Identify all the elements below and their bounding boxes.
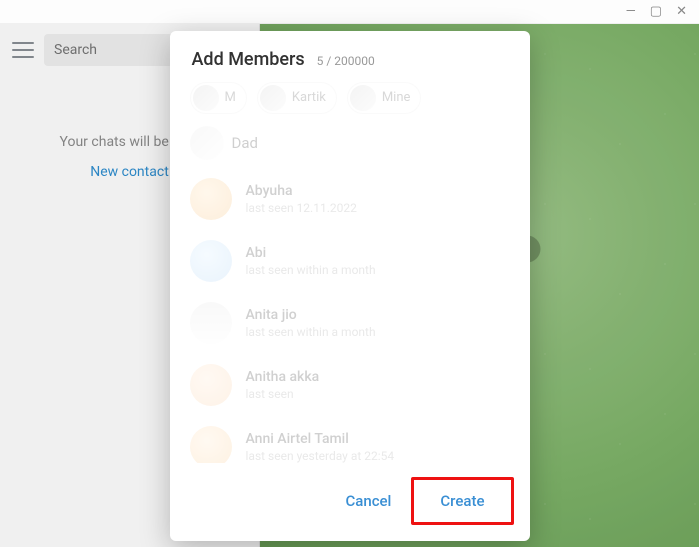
member-counter: 5 / 200000 — [317, 54, 375, 68]
member-chip[interactable]: M — [190, 82, 247, 114]
chip-label: Kartik — [292, 90, 326, 105]
maximize-button[interactable]: ▢ — [650, 5, 662, 18]
chip-label: Mine — [382, 90, 411, 105]
create-button[interactable]: Create — [424, 484, 500, 518]
avatar — [350, 85, 376, 111]
contact-name: Abyuha — [246, 183, 357, 199]
contact-status: last seen 12.11.2022 — [246, 201, 357, 215]
chip-label: M — [225, 90, 236, 105]
close-button[interactable]: ✕ — [676, 5, 687, 18]
avatar — [193, 85, 219, 111]
list-item[interactable]: Anita jio last seen within a month — [170, 292, 524, 354]
avatar — [190, 364, 232, 406]
member-filter-input[interactable] — [232, 134, 352, 152]
instructional-highlight: Create — [411, 477, 513, 525]
minimize-button[interactable]: — — [626, 5, 636, 18]
avatar — [260, 85, 286, 111]
titlebar: — ▢ ✕ — [0, 0, 699, 24]
list-item[interactable]: Anni Airtel Tamil last seen yesterday at … — [170, 416, 524, 463]
list-item[interactable]: Abi last seen within a month — [170, 230, 524, 292]
avatar — [190, 240, 232, 282]
list-item[interactable]: Anitha akka last seen — [170, 354, 524, 416]
add-members-modal: Add Members 5 / 200000 M Kartik Mine Aby… — [170, 31, 530, 541]
avatar — [190, 178, 232, 220]
contact-status: last seen yesterday at 22:54 — [246, 449, 395, 463]
contact-name: Anitha akka — [246, 369, 320, 385]
contact-list[interactable]: Abyuha last seen 12.11.2022 Abi last seen … — [170, 166, 524, 463]
modal-footer: Cancel Create — [170, 463, 530, 541]
list-item[interactable]: Abyuha last seen 12.11.2022 — [170, 168, 524, 230]
contact-name: Abi — [246, 245, 376, 261]
member-chip[interactable]: Kartik — [257, 82, 337, 114]
contact-status: last seen — [246, 387, 320, 401]
avatar — [190, 426, 232, 463]
contact-status: last seen within a month — [246, 325, 376, 339]
modal-title: Add Members — [192, 49, 305, 70]
cancel-button[interactable]: Cancel — [329, 477, 407, 525]
avatar — [190, 302, 232, 344]
selected-members: M Kartik Mine — [170, 78, 530, 122]
member-chip[interactable]: Mine — [347, 82, 422, 114]
contact-status: last seen within a month — [246, 263, 376, 277]
avatar — [190, 126, 224, 160]
contact-name: Anita jio — [246, 307, 376, 323]
member-filter-row — [170, 122, 530, 166]
contact-name: Anni Airtel Tamil — [246, 431, 395, 447]
